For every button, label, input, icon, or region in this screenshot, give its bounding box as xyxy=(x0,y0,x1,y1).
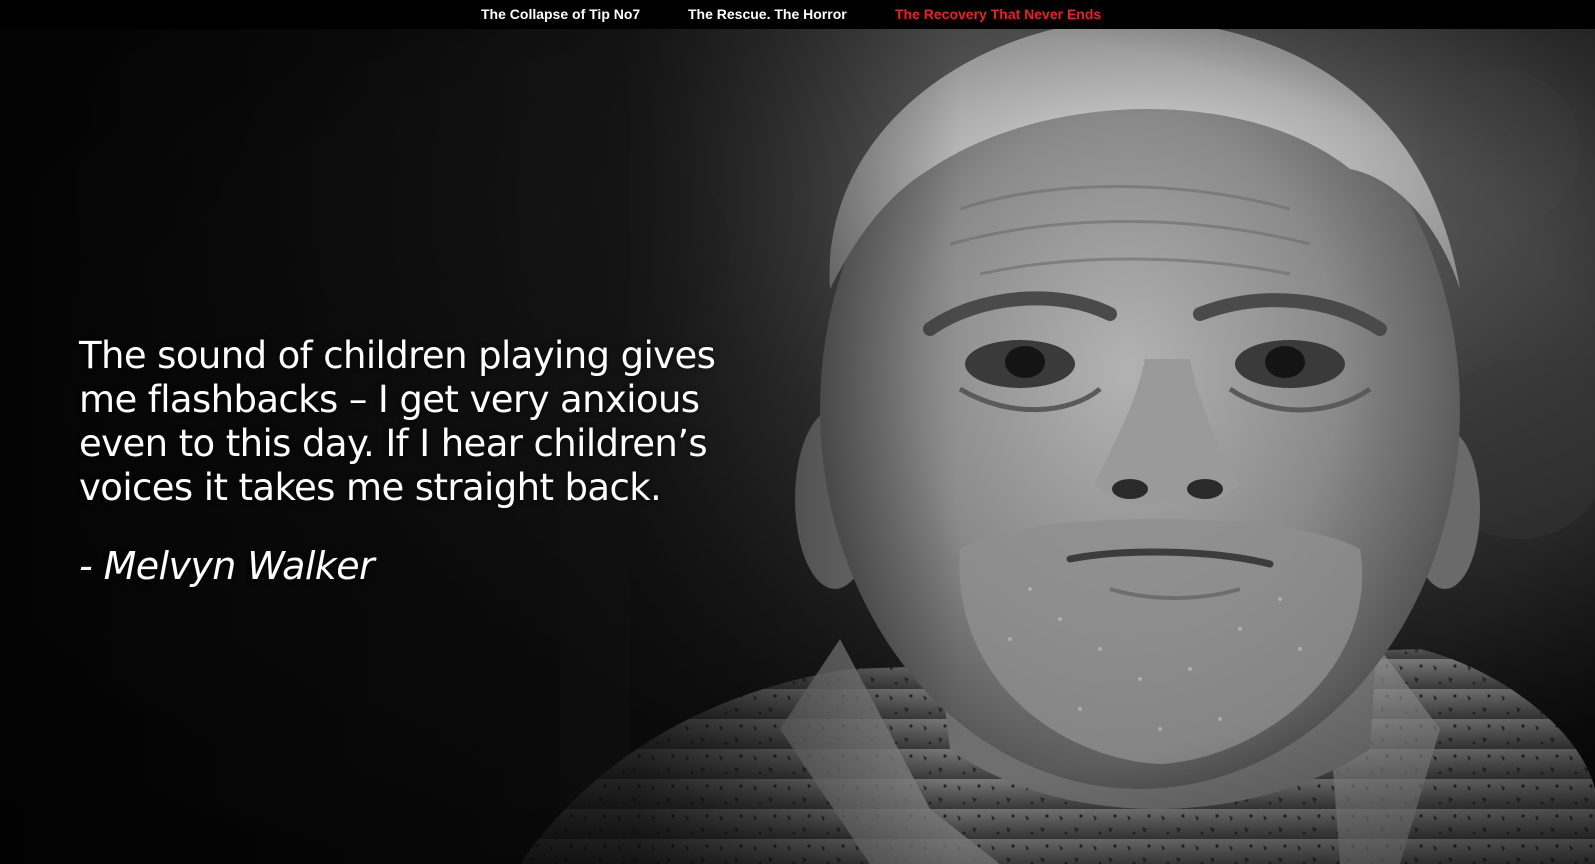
hero-section: The sound of children playing gives me f… xyxy=(0,29,1595,864)
nav-link-recovery[interactable]: The Recovery That Never Ends xyxy=(895,6,1101,23)
nav-link-collapse[interactable]: The Collapse of Tip No7 xyxy=(481,6,640,23)
nav-link-rescue[interactable]: The Rescue. The Horror xyxy=(688,6,847,23)
quote-attribution: - Melvyn Walker xyxy=(79,544,375,588)
top-navigation: The Collapse of Tip No7 The Rescue. The … xyxy=(0,0,1595,29)
quote-text: The sound of children playing gives me f… xyxy=(79,334,716,509)
page: The Collapse of Tip No7 The Rescue. The … xyxy=(0,0,1595,864)
